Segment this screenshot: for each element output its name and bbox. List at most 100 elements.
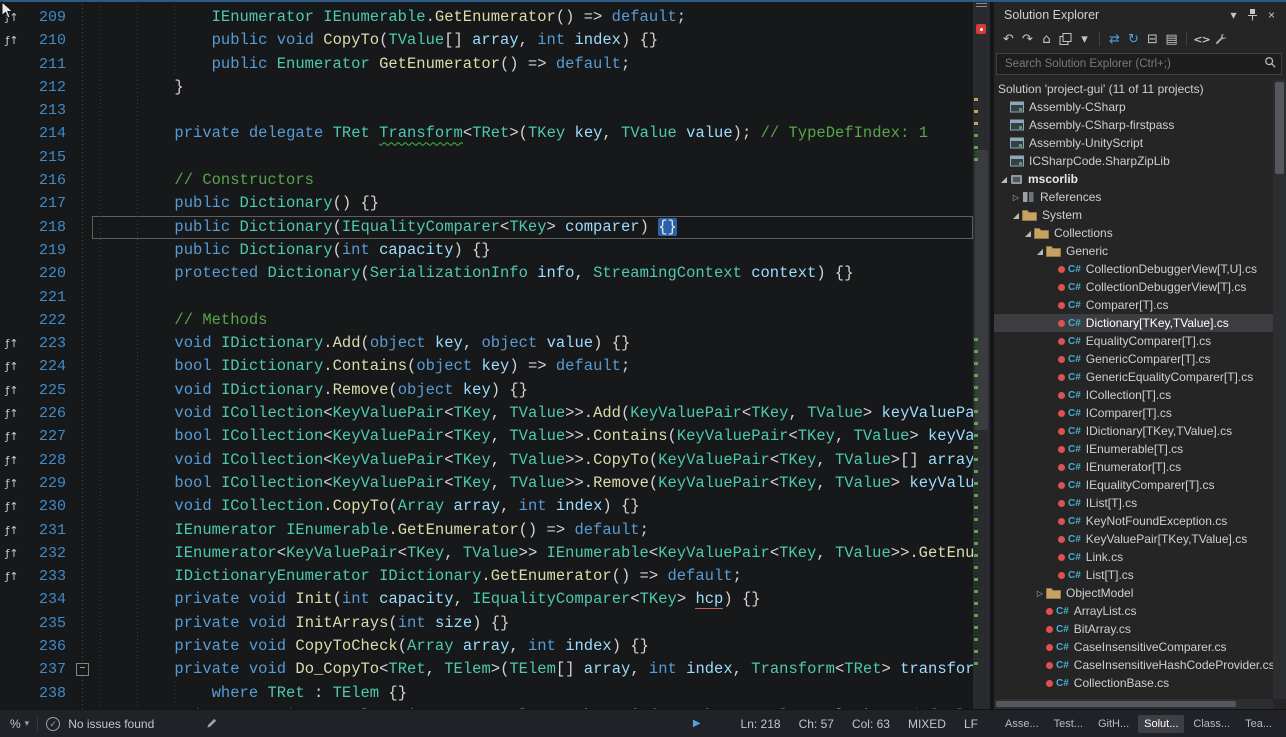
line-number[interactable]: 230 [24,495,74,518]
expanded-icon[interactable]: ◢ [998,175,1010,184]
panel-tab[interactable]: Test... [1048,715,1089,733]
code-line[interactable]: bool IDictionary.Contains(object key) =>… [92,355,973,378]
line-number[interactable]: 210 [24,29,74,52]
panel-horizontal-scrollbar[interactable] [994,699,1273,709]
code-line[interactable]: public Dictionary(int capacity) {} [92,239,973,262]
indent-mode-indicator[interactable]: MIXED [908,717,946,731]
tree-item[interactable]: Assembly-UnityScript [994,134,1273,152]
implements-icon[interactable]: ƒ↑ [5,570,18,583]
implements-icon[interactable]: ƒ↑ [5,430,18,443]
line-number[interactable]: 225 [24,379,74,402]
code-line[interactable]: void IDictionary.Remove(object key) {} [92,379,973,402]
search-input[interactable] [1003,57,1264,71]
line-number[interactable]: 212 [24,76,74,99]
line-number[interactable]: 227 [24,425,74,448]
code-line[interactable]: void ICollection<KeyValuePair<TKey, TVal… [92,402,973,425]
line-number[interactable]: 219 [24,239,74,262]
home-icon[interactable]: ⌂ [1038,30,1055,48]
tree-item[interactable]: C#EqualityComparer[T].cs [994,332,1273,350]
implements-icon[interactable]: ƒ↑ [5,547,18,560]
implements-icon[interactable]: ƒ↑ [5,454,18,467]
tree-item[interactable]: C#GenericComparer[T].cs [994,350,1273,368]
code-line[interactable]: void ICollection.CopyTo(Array array, int… [92,495,973,518]
window-menu-icon[interactable]: ▾ [1224,6,1243,24]
panel-tab[interactable]: Asse... [999,715,1045,733]
line-number[interactable]: 234 [24,588,74,611]
tree-item[interactable]: C#CollectionBase.cs [994,674,1273,692]
code-area[interactable]: IEnumerator IEnumerable.GetEnumerator() … [92,0,973,709]
line-indicator[interactable]: Ln: 218 [741,717,781,731]
code-line[interactable]: IDictionaryEnumerator IDictionary.GetEnu… [92,565,973,588]
code-line[interactable]: IEnumerator IEnumerable.GetEnumerator() … [92,519,973,542]
tree-item[interactable]: C#IEqualityComparer[T].cs [994,476,1273,494]
line-number[interactable]: 218 [24,216,74,239]
tree-item[interactable]: C#IDictionary[TKey,TValue].cs [994,422,1273,440]
tree-item[interactable]: ICSharpCode.SharpZipLib [994,152,1273,170]
code-line[interactable]: IEnumerator IEnumerable.GetEnumerator() … [92,6,973,29]
tree-item[interactable]: C#GenericEqualityComparer[T].cs [994,368,1273,386]
line-number[interactable]: 235 [24,612,74,635]
back-icon[interactable]: ↶ [1000,30,1017,48]
tree-item[interactable]: C#ArrayList.cs [994,602,1273,620]
refresh-icon[interactable]: ↻ [1125,30,1142,48]
code-line[interactable]: // Constructors [92,169,973,192]
line-number[interactable]: 238 [24,682,74,705]
zoom-control[interactable]: % ▾ [10,717,29,731]
pencil-icon[interactable] [206,718,217,729]
panel-tab[interactable]: Tea... [1239,715,1278,733]
dropdown-caret-icon[interactable]: ▾ [1076,30,1093,48]
search-icon[interactable] [1264,55,1276,73]
code-view-icon[interactable]: <> [1193,30,1210,48]
line-number[interactable]: 222 [24,309,74,332]
code-line[interactable]: } [92,76,973,99]
code-line[interactable]: IEnumerator<KeyValuePair<TKey, TValue>> … [92,542,973,565]
tree-item[interactable]: C#IComparer[T].cs [994,404,1273,422]
line-number[interactable]: 213 [24,99,74,122]
code-editor[interactable]: ƒ↑ƒ↑ƒ↑ƒ↑ƒ↑ƒ↑ƒ↑ƒ↑ƒ↑ƒ↑ƒ↑ƒ↑ƒ↑ 2092102112122… [0,0,990,709]
code-line[interactable]: private void InitArrays(int size) {} [92,612,973,635]
tree-item[interactable]: Assembly-CSharp [994,98,1273,116]
solution-root[interactable]: Solution 'project-gui' (11 of 11 project… [994,80,1273,98]
tree-item[interactable]: ▷References [994,188,1273,206]
code-line[interactable]: public Enumerator GetEnumerator() => def… [92,53,973,76]
tree-item[interactable]: C#CollectionDebuggerView[T].cs [994,278,1273,296]
column-indicator[interactable]: Col: 63 [852,717,890,731]
eol-indicator[interactable]: LF [964,717,978,731]
code-line[interactable]: private static KeyValuePair<TKey, TValue… [92,705,973,709]
line-number[interactable]: 226 [24,402,74,425]
play-icon[interactable]: ▶ [693,718,701,729]
tree-item[interactable]: C#CaseInsensitiveComparer.cs [994,638,1273,656]
implements-icon[interactable]: ƒ↑ [5,34,18,47]
code-line[interactable] [92,286,973,309]
expanded-icon[interactable]: ◢ [1034,247,1046,256]
line-number[interactable]: 217 [24,192,74,215]
line-number[interactable]: 228 [24,449,74,472]
code-line[interactable]: bool ICollection<KeyValuePair<TKey, TVal… [92,425,973,448]
forward-icon[interactable]: ↷ [1019,30,1036,48]
expanded-icon[interactable]: ◢ [1010,211,1022,220]
panel-vertical-scrollbar[interactable] [1273,80,1286,699]
panel-titlebar[interactable]: Solution Explorer ▾× [994,0,1286,26]
tree-item[interactable]: ◢Generic [994,242,1273,260]
line-number[interactable]: 223 [24,332,74,355]
expanded-icon[interactable]: ◢ [1022,229,1034,238]
line-number[interactable]: 211 [24,53,74,76]
pin-icon[interactable] [1243,6,1262,24]
line-number[interactable]: 231 [24,519,74,542]
line-number[interactable]: 215 [24,146,74,169]
line-number-margin[interactable]: 2092102112122132142152162172182192202212… [24,0,74,709]
char-indicator[interactable]: Ch: 57 [799,717,834,731]
tree-item[interactable]: C#KeyNotFoundException.cs [994,512,1273,530]
fold-collapse-icon[interactable]: − [76,663,89,676]
implements-icon[interactable]: ƒ↑ [5,524,18,537]
tree-item[interactable]: C#Dictionary[TKey,TValue].cs [994,314,1273,332]
line-number[interactable]: 209 [24,6,74,29]
implements-icon[interactable]: ƒ↑ [5,477,18,490]
line-number[interactable]: 232 [24,542,74,565]
tree-item[interactable]: C#Comparer[T].cs [994,296,1273,314]
code-line[interactable]: private delegate TRet Transform<TRet>(TK… [92,122,973,145]
implements-icon[interactable]: ƒ↑ [5,500,18,513]
editor-scrollbar[interactable] [973,0,990,709]
code-line[interactable]: protected Dictionary(SerializationInfo i… [92,262,973,285]
panel-tab[interactable]: Solut... [1138,715,1184,733]
